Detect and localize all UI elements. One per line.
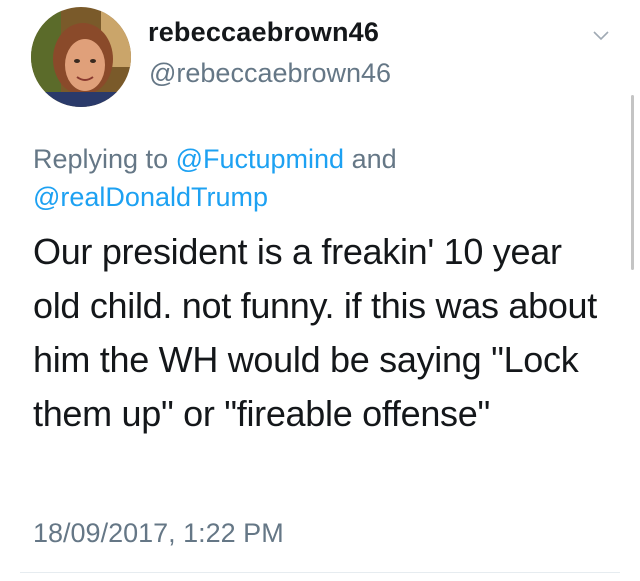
display-name[interactable]: rebeccaebrown46 <box>148 17 379 48</box>
mention-fuctupmind[interactable]: @Fuctupmind <box>176 144 344 174</box>
avatar[interactable] <box>31 7 131 107</box>
chevron-down-icon[interactable] <box>592 30 610 42</box>
scrollbar[interactable] <box>631 95 634 270</box>
replying-prefix: Replying to <box>33 144 176 174</box>
replying-to-line: Replying to @Fuctupmind and @realDonaldT… <box>33 140 513 216</box>
tweet-text: Our president is a freakin' 10 year old … <box>33 231 597 434</box>
replying-conjunction: and <box>344 144 397 174</box>
mention-realdonaldtrump[interactable]: @realDonaldTrump <box>33 182 268 212</box>
divider <box>20 572 620 573</box>
tweet-timestamp[interactable]: 18/09/2017, 1:22 PM <box>33 518 284 549</box>
user-handle[interactable]: @rebeccaebrown46 <box>149 58 391 89</box>
